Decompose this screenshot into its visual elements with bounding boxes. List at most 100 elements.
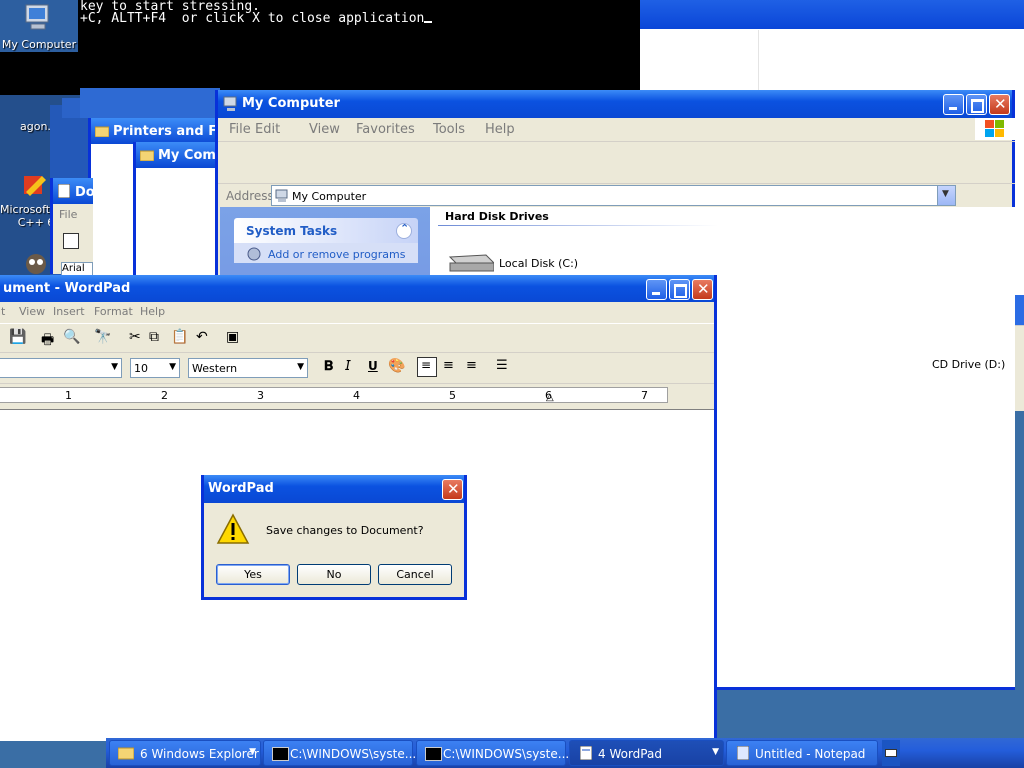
- wordpad-ruler-area: 1 2 3 4 5 6 7 △: [0, 383, 714, 410]
- my-computer-titlebar[interactable]: My Computer ✕: [218, 90, 1012, 118]
- document-icon: [58, 184, 70, 198]
- chevron-down-icon: ▼: [942, 189, 949, 199]
- wordpad-menu-edit[interactable]: it: [0, 305, 5, 318]
- ruler-mark: 4: [353, 389, 360, 402]
- close-button[interactable]: ✕: [989, 94, 1010, 115]
- console-cursor: [424, 21, 433, 23]
- close-icon: ✕: [697, 280, 710, 298]
- yes-button[interactable]: Yes: [216, 564, 290, 585]
- console-line-2: +C, ALTT+F4 or click X to close applicat…: [80, 12, 433, 25]
- taskbar-wordpad[interactable]: 4 WordPad ▼: [569, 740, 724, 766]
- print-icon[interactable]: 🖶: [41, 329, 54, 353]
- wordpad-minimize-button[interactable]: [646, 279, 667, 300]
- menu-view[interactable]: View: [309, 122, 340, 137]
- print-preview-icon[interactable]: 🔍: [63, 329, 80, 345]
- minimize-button[interactable]: [943, 94, 964, 115]
- my-computer-icon: [25, 4, 49, 30]
- taskbar-console-1[interactable]: C:\WINDOWS\syste...: [263, 740, 417, 766]
- window-document[interactable]: Do File Arial: [50, 178, 95, 278]
- italic-icon[interactable]: 𝘐: [345, 359, 351, 374]
- wordpad-menu-help[interactable]: Help: [140, 305, 165, 318]
- desktop-icon-my-computer[interactable]: My Computer: [0, 0, 78, 52]
- script-select[interactable]: Western ▼: [188, 358, 308, 378]
- menu-favorites[interactable]: Favorites: [356, 122, 415, 137]
- folder-icon: [118, 747, 134, 760]
- dialog-message: Save changes to Document?: [266, 524, 424, 537]
- chevron-down-icon: ▼: [297, 362, 304, 372]
- wordpad-icon: [580, 746, 592, 760]
- menu-edit[interactable]: Edit: [255, 122, 280, 137]
- taskbar-keyboard-icon[interactable]: [882, 740, 900, 766]
- menu-file[interactable]: File: [229, 122, 251, 137]
- dialog-close-button[interactable]: ✕: [442, 479, 463, 500]
- cut-icon[interactable]: ✂: [129, 329, 141, 345]
- menu-tools[interactable]: Tools: [433, 122, 465, 137]
- my-compu-titlebar[interactable]: My Compu: [136, 142, 235, 168]
- address-input[interactable]: My Computer ▼: [271, 185, 956, 206]
- indent-marker-icon[interactable]: △: [546, 392, 554, 403]
- bold-icon[interactable]: 𝐁: [324, 359, 333, 374]
- taskbar-console-2[interactable]: C:\WINDOWS\syste...: [416, 740, 569, 766]
- window-my-compu[interactable]: My Compu: [133, 142, 235, 278]
- wordpad-titlebar[interactable]: ument - WordPad ✕: [0, 275, 714, 303]
- ruler-mark: 2: [161, 389, 168, 402]
- wordpad-menu-view[interactable]: View: [19, 305, 45, 318]
- ruler-mark: 1: [65, 389, 72, 402]
- address-dropdown-button[interactable]: ▼: [937, 186, 955, 205]
- ruler-mark: 3: [257, 389, 264, 402]
- save-changes-dialog[interactable]: WordPad ✕ Save changes to Document? Yes …: [201, 475, 467, 600]
- cd-drive-label[interactable]: CD Drive (D:): [932, 358, 1005, 371]
- ruler-mark: 7: [641, 389, 648, 402]
- font-size-value: 10: [134, 362, 148, 375]
- wordpad-close-button[interactable]: ✕: [692, 279, 713, 300]
- warning-icon: [216, 513, 250, 544]
- document-new-icon[interactable]: [63, 233, 79, 249]
- section-divider: [438, 225, 718, 226]
- console-window[interactable]: key to start stressing. +C, ALTT+F4 or c…: [0, 0, 640, 95]
- collapse-button[interactable]: ⌃: [396, 222, 412, 239]
- taskbar: 6 Windows Explorer ▼ C:\WINDOWS\syste...…: [106, 738, 1024, 768]
- find-icon[interactable]: 🔭: [94, 329, 111, 345]
- console-icon: [272, 747, 289, 761]
- my-computer-title-icon: [223, 96, 237, 111]
- wordpad-maximize-button[interactable]: [669, 279, 690, 300]
- insert-object-icon[interactable]: ▣: [226, 329, 239, 345]
- undo-icon[interactable]: ↶: [196, 329, 208, 345]
- raccoon-icon[interactable]: [22, 250, 50, 274]
- wordpad-menu-insert[interactable]: Insert: [53, 305, 85, 318]
- desktop-icon-label: My Computer: [1, 38, 77, 51]
- cancel-button[interactable]: Cancel: [378, 564, 452, 585]
- my-computer-menubar: File Edit View Favorites Tools Help: [218, 118, 1015, 140]
- document-titlebar[interactable]: Do: [53, 178, 95, 204]
- printers-titlebar[interactable]: Printers and Fax: [91, 118, 234, 144]
- document-menu-file[interactable]: File: [59, 208, 77, 221]
- taskbar-item-label: C:\WINDOWS\syste...: [290, 747, 417, 761]
- font-size-select[interactable]: 10 ▼: [130, 358, 180, 378]
- align-center-icon[interactable]: ≡: [443, 358, 454, 373]
- system-tasks-body: Add or remove programs: [234, 243, 418, 263]
- system-tasks-header[interactable]: System Tasks ⌃: [234, 218, 418, 243]
- no-button[interactable]: No: [297, 564, 371, 585]
- add-remove-programs-link[interactable]: Add or remove programs: [268, 248, 406, 261]
- underline-icon[interactable]: U: [368, 359, 378, 373]
- maximize-button[interactable]: [966, 94, 987, 115]
- minimize-icon: [949, 107, 957, 110]
- dialog-titlebar[interactable]: WordPad ✕: [204, 475, 464, 503]
- taskbar-notepad[interactable]: Untitled - Notepad: [726, 740, 878, 766]
- msvc-icon: [24, 176, 46, 196]
- ruler[interactable]: 1 2 3 4 5 6 7 △: [0, 387, 668, 403]
- address-label: Address: [226, 189, 274, 203]
- font-name-select[interactable]: ▼: [0, 358, 122, 378]
- align-right-icon[interactable]: ≡: [466, 358, 477, 373]
- copy-icon[interactable]: ⧉: [149, 329, 159, 345]
- paste-icon[interactable]: 📋: [171, 329, 188, 345]
- bullets-icon[interactable]: ☰: [496, 358, 508, 373]
- dialog-title: WordPad: [208, 481, 274, 496]
- taskbar-windows-explorer[interactable]: 6 Windows Explorer ▼: [109, 740, 261, 766]
- wordpad-menu-format[interactable]: Format: [94, 305, 133, 318]
- align-left-button[interactable]: ≡: [417, 357, 437, 377]
- wordpad-format-bar: ▼ 10 ▼ Western ▼ 𝐁 𝘐 U 🎨 ≡ ≡ ≡ ☰: [0, 352, 714, 383]
- save-icon[interactable]: 💾: [9, 329, 26, 345]
- color-icon[interactable]: 🎨: [388, 358, 405, 374]
- menu-help[interactable]: Help: [485, 122, 515, 137]
